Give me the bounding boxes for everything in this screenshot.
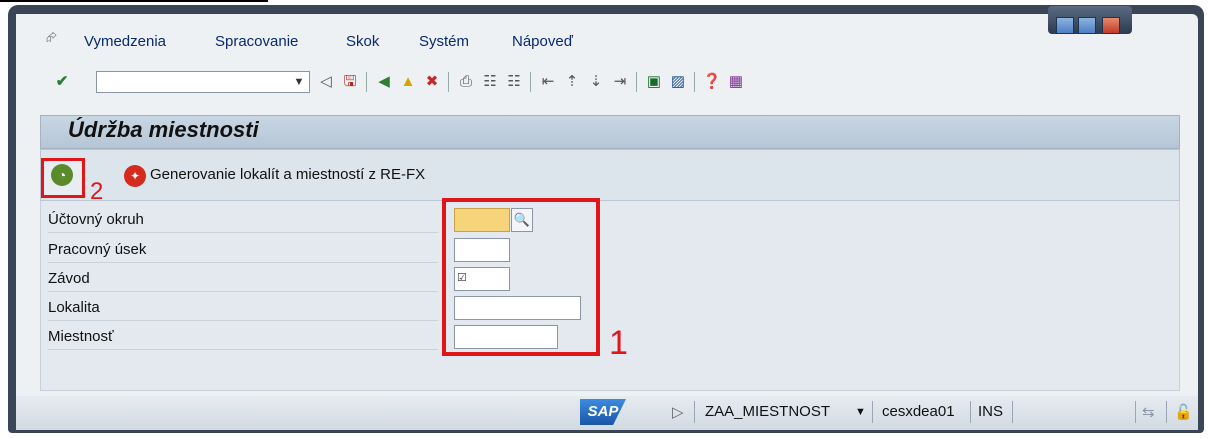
chevron-down-icon[interactable]: ▼ [289,72,309,92]
cancel-icon[interactable]: ✖ [422,72,442,92]
new-session-icon[interactable]: ▣ [644,72,664,92]
save-icon[interactable]: 🖫 [340,72,360,92]
menu-item-vymedzenia[interactable]: Vymedzenia [84,33,166,50]
toolbar-separator [448,72,449,92]
last-page-icon[interactable]: ⇥ [610,72,630,92]
insert-mode: INS [978,403,1004,420]
back-triangle-icon[interactable]: ◁ [316,72,336,92]
exit-icon[interactable]: ▲ [398,72,418,92]
transaction-dropdown-icon[interactable]: ▼ [855,406,866,418]
maximize-icon[interactable] [1078,17,1096,34]
status-separator [1166,401,1167,423]
help-icon[interactable]: ❓ [702,72,722,92]
field-label-pracovny-usek: Pracovný úsek [48,238,438,263]
menu-exit-icon[interactable]: ⮳ [46,29,62,45]
menu-item-system[interactable]: Systém [419,33,469,50]
fields-highlight-box [442,198,600,356]
status-separator [872,401,873,423]
lock-icon[interactable]: 🔓 [1174,403,1193,421]
menu-item-skok[interactable]: Skok [346,33,379,50]
enter-icon[interactable]: ✔ [52,72,72,92]
transaction-code[interactable]: ZAA_MIESTNOST [705,403,830,420]
menu-item-napoved[interactable]: Nápoveď [512,33,573,50]
field-label-uctovny-okruh: Účtovný okruh [48,208,438,233]
previous-page-icon[interactable]: ⇡ [562,72,582,92]
toolbar-separator [694,72,695,92]
next-page-icon[interactable]: ⇣ [586,72,606,92]
status-separator [1135,401,1136,423]
back-icon[interactable]: ◀ [374,72,394,92]
menu-item-spracovanie[interactable]: Spracovanie [215,33,298,50]
status-expand-icon[interactable]: ▷ [672,403,684,421]
page-title: Údržba miestnosti [68,117,259,142]
print-icon[interactable]: ⎙ [456,72,476,92]
toolbar-separator [530,72,531,92]
field-label-lokalita: Lokalita [48,296,438,321]
generate-button-label[interactable]: Generovanie lokalít a miestností z RE-FX [150,166,425,183]
status-separator [1012,401,1013,423]
shortcut-icon[interactable]: ▨ [668,72,688,92]
window-controls [1048,6,1132,34]
server-name: cesxdea01 [882,403,955,420]
find-icon[interactable]: ☷ [480,72,500,92]
generate-icon[interactable]: ✦ [124,165,146,187]
field-label-miestnost: Miestnosť [48,325,438,350]
first-page-icon[interactable]: ⇤ [538,72,558,92]
status-separator [970,401,971,423]
annotation-number-1: 1 [609,324,628,362]
execute-clock-icon[interactable]: ◔ [51,164,73,186]
minimize-icon[interactable] [1056,17,1074,34]
field-label-zavod: Závod [48,267,438,292]
toolbar-separator [636,72,637,92]
layout-icon[interactable]: ▦ [726,72,746,92]
find-next-icon[interactable]: ☷ [504,72,524,92]
status-arrows-icon: ⇆ [1142,404,1155,421]
close-icon[interactable] [1102,17,1120,34]
toolbar-separator [366,72,367,92]
status-separator [694,401,695,423]
command-field[interactable] [96,71,310,93]
top-divider-line [0,0,268,2]
